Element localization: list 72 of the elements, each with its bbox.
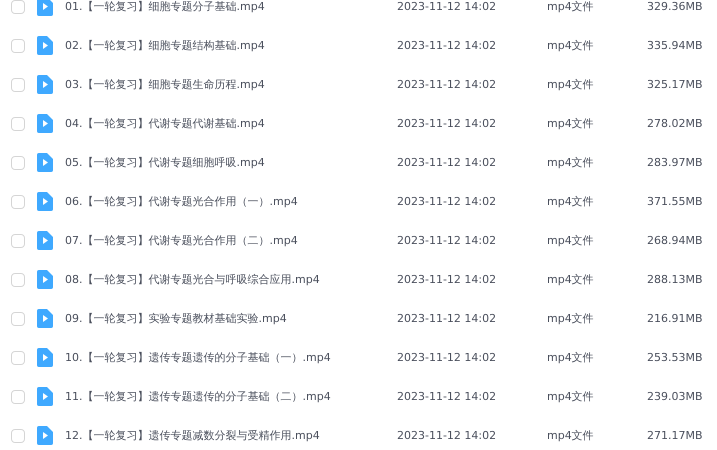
file-type: mp4文件 [547,312,595,325]
checkbox[interactable] [11,38,25,52]
video-file-icon [37,426,53,445]
video-file-icon [37,75,53,94]
modified-date: 2023-11-12 14:02 [397,351,498,364]
file-type: mp4文件 [547,39,595,52]
file-name[interactable]: 06.【一轮复习】代谢专题光合作用（一）.mp4 [65,195,397,208]
checkbox[interactable] [11,0,25,14]
checkbox[interactable] [11,350,25,364]
checkbox[interactable] [11,78,25,92]
file-name[interactable]: 09.【一轮复习】实验专题教材基础实验.mp4 [65,312,397,325]
file-type: mp4文件 [547,117,595,130]
checkbox[interactable] [11,234,25,248]
video-file-icon [37,192,53,211]
video-file-icon [37,231,53,250]
file-type: mp4文件 [547,390,595,403]
modified-date: 2023-11-12 14:02 [397,273,498,286]
file-type: mp4文件 [547,234,595,247]
file-name[interactable]: 04.【一轮复习】代谢专题代谢基础.mp4 [65,117,397,130]
file-name[interactable]: 12.【一轮复习】遗传专题减数分裂与受精作用.mp4 [65,429,397,442]
file-name[interactable]: 03.【一轮复习】细胞专题生命历程.mp4 [65,78,397,91]
video-file-icon [37,114,53,133]
file-type: mp4文件 [547,195,595,208]
file-type: mp4文件 [547,273,595,286]
video-file-icon [37,309,53,328]
file-name[interactable]: 07.【一轮复习】代谢专题光合作用（二）.mp4 [65,234,397,247]
file-type: mp4文件 [547,0,595,13]
video-file-icon [37,387,53,406]
file-size: 268.94MB [647,234,704,247]
modified-date: 2023-11-12 14:02 [397,195,498,208]
checkbox[interactable] [11,156,25,170]
file-size: 288.13MB [647,273,704,286]
modified-date: 2023-11-12 14:02 [397,117,498,130]
file-size: 239.03MB [647,390,704,403]
modified-date: 2023-11-12 14:02 [397,234,498,247]
checkbox[interactable] [11,116,25,130]
video-file-icon [37,36,53,55]
file-name[interactable]: 08.【一轮复习】代谢专题光合与呼吸综合应用.mp4 [65,273,397,286]
checkbox[interactable] [11,390,25,404]
checkbox[interactable] [11,312,25,326]
modified-date: 2023-11-12 14:02 [397,39,498,52]
modified-date: 2023-11-12 14:02 [397,0,498,13]
video-file-icon [37,270,53,289]
modified-date: 2023-11-12 14:02 [397,429,498,442]
modified-date: 2023-11-12 14:02 [397,156,498,169]
file-size: 325.17MB [647,78,704,91]
modified-date: 2023-11-12 14:02 [397,312,498,325]
file-size: 329.36MB [647,0,704,13]
file-name[interactable]: 05.【一轮复习】代谢专题细胞呼吸.mp4 [65,156,397,169]
video-file-icon [37,153,53,172]
file-type: mp4文件 [547,156,595,169]
file-name[interactable]: 02.【一轮复习】细胞专题结构基础.mp4 [65,39,397,52]
file-size: 283.97MB [647,156,704,169]
video-file-icon [37,348,53,367]
file-size: 335.94MB [647,39,704,52]
checkbox[interactable] [11,428,25,442]
file-name[interactable]: 10.【一轮复习】遗传专题遗传的分子基础（一）.mp4 [65,351,397,364]
video-file-icon [37,0,53,16]
checkbox[interactable] [11,194,25,208]
file-type: mp4文件 [547,429,595,442]
file-name[interactable]: 01.【一轮复习】细胞专题分子基础.mp4 [65,0,397,13]
file-type: mp4文件 [547,78,595,91]
modified-date: 2023-11-12 14:02 [397,390,498,403]
file-size: 371.55MB [647,195,704,208]
modified-date: 2023-11-12 14:02 [397,78,498,91]
file-size: 216.91MB [647,312,704,325]
file-size: 253.53MB [647,351,704,364]
file-name[interactable]: 11.【一轮复习】遗传专题遗传的分子基础（二）.mp4 [65,390,397,403]
file-size: 271.17MB [647,429,704,442]
checkbox[interactable] [11,272,25,286]
file-type: mp4文件 [547,351,595,364]
file-size: 278.02MB [647,117,704,130]
